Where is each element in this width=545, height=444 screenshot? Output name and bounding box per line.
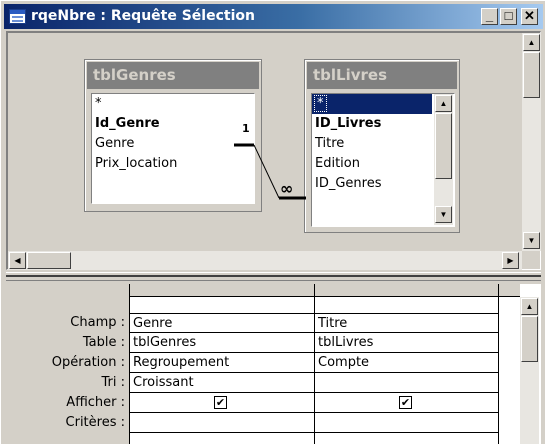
row-label-afficher: Afficher : <box>66 395 125 410</box>
column-selector[interactable] <box>315 284 498 297</box>
join-cardinality-one: 1 <box>242 122 250 135</box>
window-title: rqeNbre : Requête Sélection <box>31 8 255 24</box>
cell-champ[interactable]: Genre <box>130 313 314 333</box>
query-window-icon[interactable] <box>9 9 26 24</box>
maximize-button[interactable]: □ <box>500 8 517 25</box>
show-checkbox[interactable]: ✔ <box>399 396 412 409</box>
query-design-grid: Champ : Table : Opération : Tri : Affich… <box>6 284 541 444</box>
diagram-canvas: tblGenres * Id_Genre Genre Prix_location… <box>8 33 522 251</box>
table-diagram-pane: tblGenres * Id_Genre Genre Prix_location… <box>6 31 541 270</box>
scroll-right-icon[interactable]: ▶ <box>502 252 519 269</box>
scroll-thumb[interactable] <box>27 252 71 269</box>
title-bar[interactable]: rqeNbre : Requête Sélection _ □ ✕ <box>4 4 543 29</box>
cell-operation[interactable]: Regroupement <box>130 353 314 373</box>
row-label-criteres: Critères : <box>65 415 125 430</box>
cell-tri[interactable] <box>315 373 498 393</box>
diagram-horizontal-scrollbar[interactable]: ◀ ▶ <box>8 251 522 270</box>
scroll-up-icon[interactable]: ▲ <box>523 34 540 51</box>
cell-afficher[interactable]: ✔ <box>315 393 498 413</box>
close-button[interactable]: ✕ <box>521 8 538 25</box>
grid-column-3 <box>498 284 520 444</box>
cell-operation[interactable]: Compte <box>315 353 498 373</box>
cell-afficher[interactable]: ✔ <box>130 393 314 413</box>
cell-criteres[interactable] <box>315 413 498 433</box>
grid-vertical-scrollbar[interactable]: ▲ <box>520 297 539 444</box>
row-label-champ: Champ : <box>70 315 125 330</box>
join-line-diagonal <box>253 144 280 199</box>
scroll-up-icon[interactable]: ▲ <box>521 298 538 315</box>
pane-splitter[interactable] <box>6 272 541 281</box>
diagram-vertical-scrollbar[interactable]: ▲ ▼ <box>522 33 541 251</box>
column-selector[interactable] <box>130 284 314 297</box>
row-label-tri: Tri : <box>101 375 126 390</box>
cell-champ[interactable]: Titre <box>315 313 498 333</box>
cell-criteres[interactable] <box>130 413 314 433</box>
cell-table[interactable]: tblGenres <box>130 333 314 353</box>
cell-table[interactable]: tblLivres <box>315 333 498 353</box>
row-label-operation: Opération : <box>51 355 125 370</box>
cell-tri[interactable]: Croissant <box>130 373 314 393</box>
grid-column-1: Genre tblGenres Regroupement Croissant ✔ <box>129 284 314 444</box>
scroll-thumb[interactable] <box>521 316 538 362</box>
minimize-button[interactable]: _ <box>481 8 498 25</box>
scroll-thumb[interactable] <box>523 52 540 98</box>
column-selector[interactable] <box>499 284 520 297</box>
scroll-left-icon[interactable]: ◀ <box>9 252 26 269</box>
show-checkbox[interactable]: ✔ <box>214 396 227 409</box>
grid-column-2: Titre tblLivres Compte ✔ <box>314 284 498 444</box>
query-window: rqeNbre : Requête Sélection _ □ ✕ tblGen… <box>0 0 545 444</box>
row-labels: Champ : Table : Opération : Tri : Affich… <box>6 284 129 444</box>
row-label-table: Table : <box>82 335 125 350</box>
relationship-line[interactable] <box>8 33 522 251</box>
scroll-down-icon[interactable]: ▼ <box>523 232 540 249</box>
join-cardinality-many: ∞ <box>280 179 294 198</box>
